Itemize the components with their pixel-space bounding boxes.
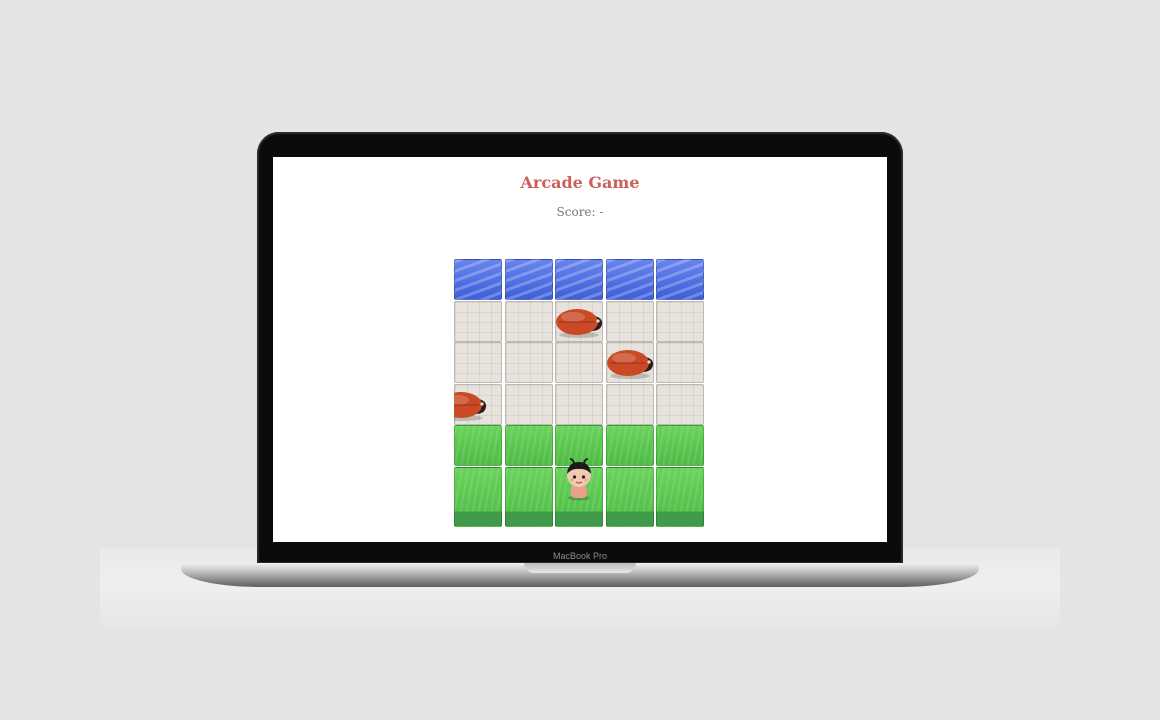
- stone-tile: [555, 383, 604, 425]
- ladybug-enemy-icon: [606, 346, 656, 380]
- stone-tile: [605, 300, 654, 342]
- stone-tile: [504, 300, 553, 342]
- boy-character-icon: [562, 457, 596, 501]
- water-tile: [656, 259, 705, 300]
- stone-tile: [504, 342, 553, 383]
- ladybug-enemy-icon: [454, 388, 489, 422]
- score-label: Score:: [556, 205, 596, 219]
- stone-tile: [555, 342, 604, 383]
- stone-tile: [454, 342, 502, 383]
- water-tile: [605, 259, 654, 300]
- score-display: Score: -: [273, 205, 887, 219]
- stone-tile: [656, 342, 705, 383]
- water-tile: [555, 259, 604, 300]
- grass-tile: [605, 466, 654, 527]
- grass-tile: [656, 425, 705, 466]
- stone-tile: [454, 300, 502, 342]
- stone-tile: [504, 383, 553, 425]
- grass-tile: [656, 466, 705, 527]
- stone-tile: [656, 300, 705, 342]
- grass-tile: [454, 425, 502, 466]
- grass-tile: [504, 466, 553, 527]
- score-value: -: [599, 205, 604, 219]
- grass-tile: [504, 425, 553, 466]
- grass-tile: [454, 466, 502, 527]
- stone-tile: [605, 383, 654, 425]
- ladybug-enemy-icon: [555, 305, 605, 339]
- laptop-screen: Arcade Game Score: -: [273, 157, 887, 542]
- stone-tile: [656, 383, 705, 425]
- water-tile: [454, 259, 502, 300]
- grass-tile: [605, 425, 654, 466]
- game-board[interactable]: [454, 259, 707, 527]
- device-label: MacBook Pro: [552, 551, 608, 561]
- water-tile: [504, 259, 553, 300]
- laptop-notch: [524, 563, 636, 573]
- page-title: Arcade Game: [520, 173, 640, 192]
- mockup-stage: Arcade Game Score: - MacBook Pro: [0, 0, 1160, 720]
